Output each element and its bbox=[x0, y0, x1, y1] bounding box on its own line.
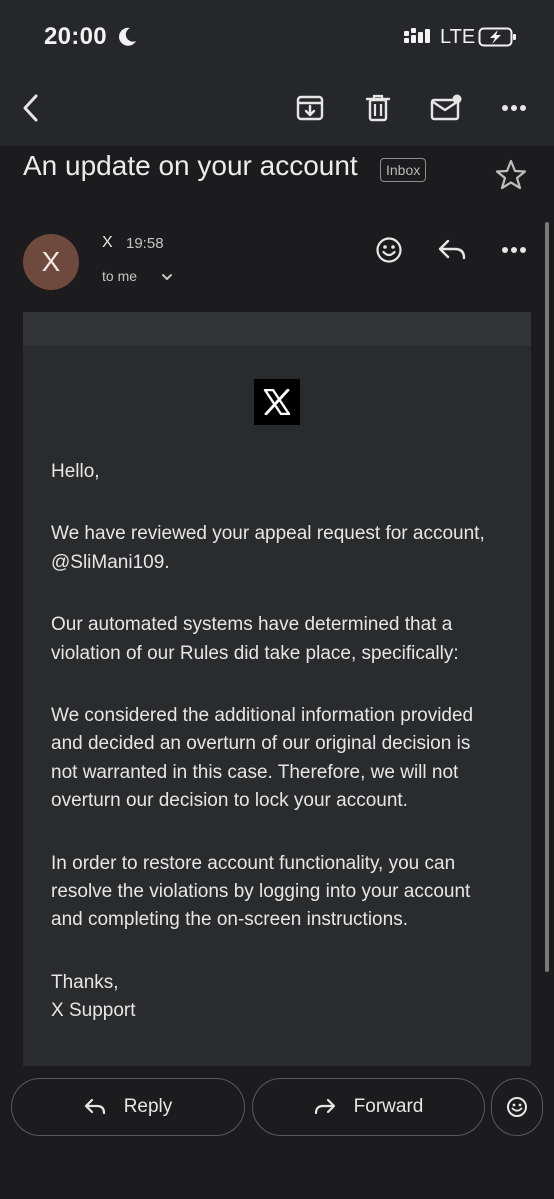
signoff: Thanks, bbox=[51, 971, 119, 993]
email-body-card: Hello, We have reviewed your appeal requ… bbox=[23, 312, 531, 1072]
paragraph: We have reviewed your appeal request for… bbox=[51, 523, 485, 573]
mark-unread-icon bbox=[430, 94, 462, 121]
add-reaction-button[interactable] bbox=[491, 1078, 543, 1136]
signature: X Support bbox=[51, 1000, 136, 1022]
more-vert-icon bbox=[502, 105, 526, 111]
react-button[interactable] bbox=[369, 230, 409, 270]
reply-icon-button[interactable] bbox=[432, 230, 472, 270]
emoji-icon bbox=[507, 1097, 527, 1117]
reply-icon bbox=[84, 1098, 105, 1115]
scrollbar[interactable] bbox=[545, 222, 549, 972]
more-vert-icon bbox=[502, 247, 526, 253]
back-button[interactable] bbox=[10, 86, 54, 130]
email-screen: 20:00 LTE An update on your account Inbo… bbox=[0, 0, 554, 1199]
reply-icon bbox=[438, 239, 466, 260]
battery-charging-icon bbox=[478, 27, 516, 47]
emoji-icon bbox=[376, 237, 402, 263]
more-options-button[interactable] bbox=[492, 86, 536, 130]
reply-button[interactable]: Reply bbox=[11, 1078, 245, 1136]
delete-button[interactable] bbox=[356, 86, 400, 130]
moon-icon bbox=[119, 27, 136, 46]
email-body: Hello, We have reviewed your appeal requ… bbox=[51, 458, 501, 1026]
sender-name: X bbox=[102, 234, 113, 251]
forward-label: Forward bbox=[353, 1096, 424, 1117]
subject-row: An update on your account Inbox bbox=[0, 146, 554, 206]
recipient-label[interactable]: to me bbox=[102, 268, 137, 284]
status-time: 20:00 bbox=[44, 23, 107, 50]
email-toolbar bbox=[0, 70, 554, 146]
x-logo bbox=[254, 379, 300, 425]
reply-label: Reply bbox=[123, 1096, 173, 1117]
avatar[interactable]: X bbox=[23, 234, 79, 290]
forward-icon bbox=[314, 1098, 335, 1115]
action-bar: Reply Forward bbox=[0, 1066, 554, 1199]
signal-icon bbox=[404, 28, 430, 43]
greeting: Hello, bbox=[51, 461, 100, 482]
chevron-down-icon[interactable] bbox=[160, 271, 174, 283]
network-type: LTE bbox=[440, 26, 476, 48]
paragraph: We considered the additional information… bbox=[51, 705, 474, 812]
status-bar: 20:00 LTE bbox=[0, 0, 554, 70]
paragraph: Our automated systems have determined th… bbox=[51, 614, 459, 664]
email-subject: An update on your account bbox=[23, 150, 358, 181]
paragraph: In order to restore account functionalit… bbox=[51, 852, 471, 931]
star-icon[interactable] bbox=[494, 158, 528, 192]
sent-time: 19:58 bbox=[126, 235, 164, 252]
x-logo-icon bbox=[263, 389, 291, 415]
message-more-button[interactable] bbox=[494, 230, 534, 270]
email-card-header bbox=[23, 312, 531, 346]
back-arrow-icon bbox=[23, 94, 38, 122]
archive-icon bbox=[296, 95, 324, 121]
trash-icon bbox=[365, 94, 391, 122]
archive-button[interactable] bbox=[288, 86, 332, 130]
forward-button[interactable]: Forward bbox=[252, 1078, 485, 1136]
mark-unread-button[interactable] bbox=[424, 86, 468, 130]
inbox-label[interactable]: Inbox bbox=[380, 158, 427, 182]
